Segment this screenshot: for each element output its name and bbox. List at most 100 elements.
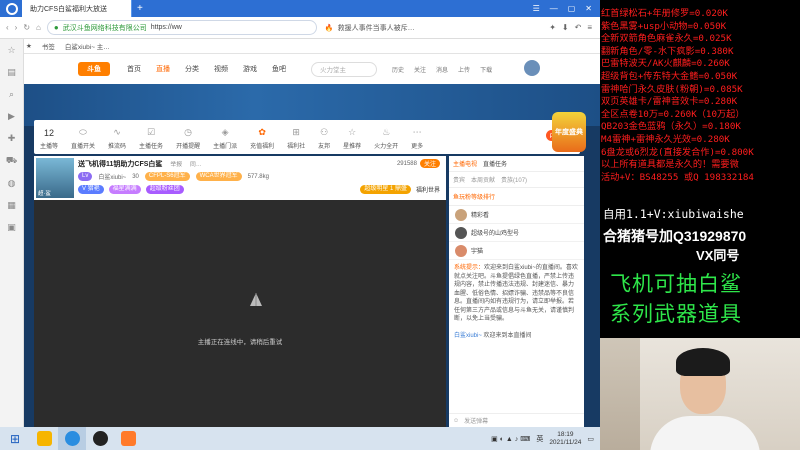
user-avatar[interactable] [524, 60, 540, 76]
subtab-week[interactable]: 本周贡献 [471, 175, 495, 184]
price-list-line: 巴雷特波天/AK火麒麟=0.260K [601, 58, 730, 70]
toolbar-label-9: 星推荐 [343, 144, 362, 150]
sidebar-game-icon[interactable]: ✚ [8, 133, 16, 144]
forward-icon[interactable]: › [15, 23, 18, 32]
video-player[interactable]: 主播正在连线中，请稍后重试 [34, 200, 446, 427]
browser-tab-active[interactable]: 助力CFS白鲨福利大放送 [22, 0, 132, 17]
window-menu-icon[interactable]: ☰ [533, 4, 540, 13]
back-icon[interactable]: ‹ [6, 23, 9, 32]
ime-indicator[interactable]: 英 [536, 434, 543, 444]
fan-row[interactable]: 精彩看 [449, 206, 584, 224]
toolbar-more[interactable]: ⋯ 更多 [411, 127, 423, 150]
room-thumbnail[interactable]: 超·鲨 [36, 158, 74, 198]
thumb-caption: 超·鲨 [38, 191, 51, 197]
download-icon[interactable]: ⬇ [562, 23, 569, 32]
notification-icon[interactable]: ▭ [587, 435, 594, 443]
chat-tab-tv[interactable]: 主播电视 [453, 159, 477, 168]
clock-time: 18:19 [557, 430, 574, 438]
window-minimize-icon[interactable]: — [550, 4, 558, 13]
player-status-message: 主播正在连线中，请稍后重试 [197, 339, 283, 346]
windows-start-icon[interactable]: ⊞ [0, 427, 30, 450]
taskbar-app-obs[interactable] [86, 427, 114, 450]
overlay-white-line-2: 合猪猪号加Q31929870 [603, 228, 747, 244]
nav-live[interactable]: 直播 [156, 64, 170, 74]
danmu-input[interactable]: ☺ 发送弹幕 [449, 413, 584, 427]
home-icon[interactable]: ⌂ [36, 23, 41, 32]
bookmark-item[interactable]: 白鲨xiubi~ 主… [65, 41, 110, 51]
url-input[interactable]: ● 武汉斗鱼网络科技有限公司 https://ww [46, 20, 317, 35]
fan-row[interactable]: 超级号的山鸡型号 [449, 224, 584, 242]
toolbar-recharge[interactable]: ✿ 充值福利 [250, 127, 274, 150]
toolbar-live-toggle[interactable]: ⬭ 直播开关 [71, 127, 95, 150]
follow-count: 291588 [396, 160, 417, 167]
sidebar-star-icon[interactable]: ☆ [7, 45, 15, 56]
chat-tab-task[interactable]: 直播任务 [483, 159, 507, 168]
screen: { "browser": { "tab_active": "助力CFS白鲨福利大… [0, 0, 800, 450]
bookmark-star-icon[interactable]: ★ [26, 42, 32, 50]
sidebar-vr-icon[interactable]: ▣ [7, 222, 16, 233]
site-search-input[interactable]: 火力堂主 [311, 61, 377, 77]
toolbar-level[interactable]: 12 主播等 [40, 128, 58, 150]
follow-button[interactable]: 关注 [419, 159, 440, 168]
taskbar-app-browser[interactable] [58, 427, 86, 450]
window-maximize-icon[interactable]: ▢ [568, 4, 576, 13]
upload-icon[interactable]: 上传 [458, 65, 470, 74]
badge-lucky: 福星满满 [108, 185, 141, 194]
window-close-icon[interactable]: ✕ [585, 4, 592, 13]
nav-video[interactable]: 视频 [214, 64, 228, 74]
menu-icon[interactable]: ≡ [587, 23, 592, 32]
welcome-user[interactable]: 白鲨xiubi~ [454, 333, 482, 339]
star-icon: ☆ [348, 127, 357, 137]
emoji-icon[interactable]: ☺ [453, 418, 459, 424]
toolbar-welfare[interactable]: ⊞ 福利社 [287, 127, 305, 150]
toolbar-anchor-sect[interactable]: ◈ 主播门派 [213, 127, 237, 150]
price-list-line: QB203金色蓝鸦（永久）=0.180K [601, 121, 741, 133]
sidebar-video-icon[interactable]: ▶ [8, 111, 15, 122]
anchor-level: 12 [44, 128, 55, 138]
toolbar-firepower[interactable]: ♨ 火力全开 [374, 127, 398, 150]
new-tab-plus-icon[interactable]: + [132, 3, 148, 14]
extension-icon[interactable]: ✦ [549, 23, 556, 32]
subtab-vip[interactable]: 贵宾 [453, 175, 465, 184]
welfare-world-link[interactable]: 福利世界 [416, 185, 440, 194]
fan-name: 精彩看 [471, 213, 490, 219]
sidebar-cart-icon[interactable]: ⛟ [6, 155, 17, 167]
share-link[interactable]: 同… [190, 162, 202, 168]
toolbar-stream-key[interactable]: ∿ 推流码 [108, 127, 126, 150]
news-ticker[interactable]: 🔥 救援人事件当事人被斥… [325, 23, 415, 33]
system-notice: 系统提示：欢迎来到白鲨xiubi~的直播间。喜欢就点关注吧。斗鱼提倡绿色直播，严… [449, 260, 584, 328]
price-list-line: M4雷神+雷神永久光效=0.280K [601, 133, 730, 145]
tray-icons[interactable]: ▣ ◐ ▲ ♪ ⌨ [491, 435, 530, 443]
sidebar-search-icon[interactable]: ⌕ [9, 89, 14, 100]
browser-sidebar: ☆ ▤ ⌕ ▶ ✚ ⛟ ◍ ▦ ▣ [0, 39, 24, 427]
subtab-noble[interactable]: 贵族(107) [501, 175, 527, 184]
sidebar-doc-icon[interactable]: ▦ [7, 200, 16, 211]
sidebar-book-icon[interactable]: ▤ [7, 67, 16, 78]
toolbar-live-reminder[interactable]: ◷ 开播提醒 [176, 127, 200, 150]
nav-fishbar[interactable]: 鱼吧 [272, 64, 286, 74]
history-icon[interactable]: 历史 [392, 65, 404, 74]
taskbar-app-douyu[interactable] [30, 427, 58, 450]
refresh-icon[interactable]: ↻ [23, 23, 30, 32]
overlay-white-line-1: 自用1.1+V:xiubiwaishe [603, 207, 744, 221]
follow-icon[interactable]: 关注 [414, 65, 426, 74]
fan-row[interactable]: 宇猫 [449, 242, 584, 260]
download-app-icon[interactable]: 下载 [480, 65, 492, 74]
clock[interactable]: 18:19 2021/11/24 [549, 431, 581, 447]
undo-icon[interactable]: ↶ [575, 23, 582, 32]
bookmarks-folder[interactable]: 书签 [42, 41, 55, 51]
report-link[interactable]: 举报 [170, 162, 182, 168]
sidebar-chat-icon[interactable]: ◍ [8, 178, 16, 189]
nav-game[interactable]: 游戏 [243, 64, 257, 74]
taskbar-app-game[interactable] [114, 427, 142, 450]
toolbar-star-rec[interactable]: ☆ 星推荐 [343, 127, 361, 150]
nav-category[interactable]: 分类 [185, 64, 199, 74]
message-icon[interactable]: 消息 [436, 65, 448, 74]
annual-gala-banner[interactable]: 年度盛典 [552, 112, 586, 152]
douyu-logo[interactable]: 斗鱼 [78, 62, 110, 76]
nav-home[interactable]: 首页 [127, 64, 141, 74]
toolbar-anchor-task[interactable]: ☑ 主播任务 [139, 127, 163, 150]
anchor-name[interactable]: 白鲨xiubi~ [98, 172, 126, 181]
fan-rank-link[interactable]: 鱼玩粉等级排行 [449, 188, 584, 206]
toolbar-friends[interactable]: ⚇ 友邦 [318, 127, 330, 150]
